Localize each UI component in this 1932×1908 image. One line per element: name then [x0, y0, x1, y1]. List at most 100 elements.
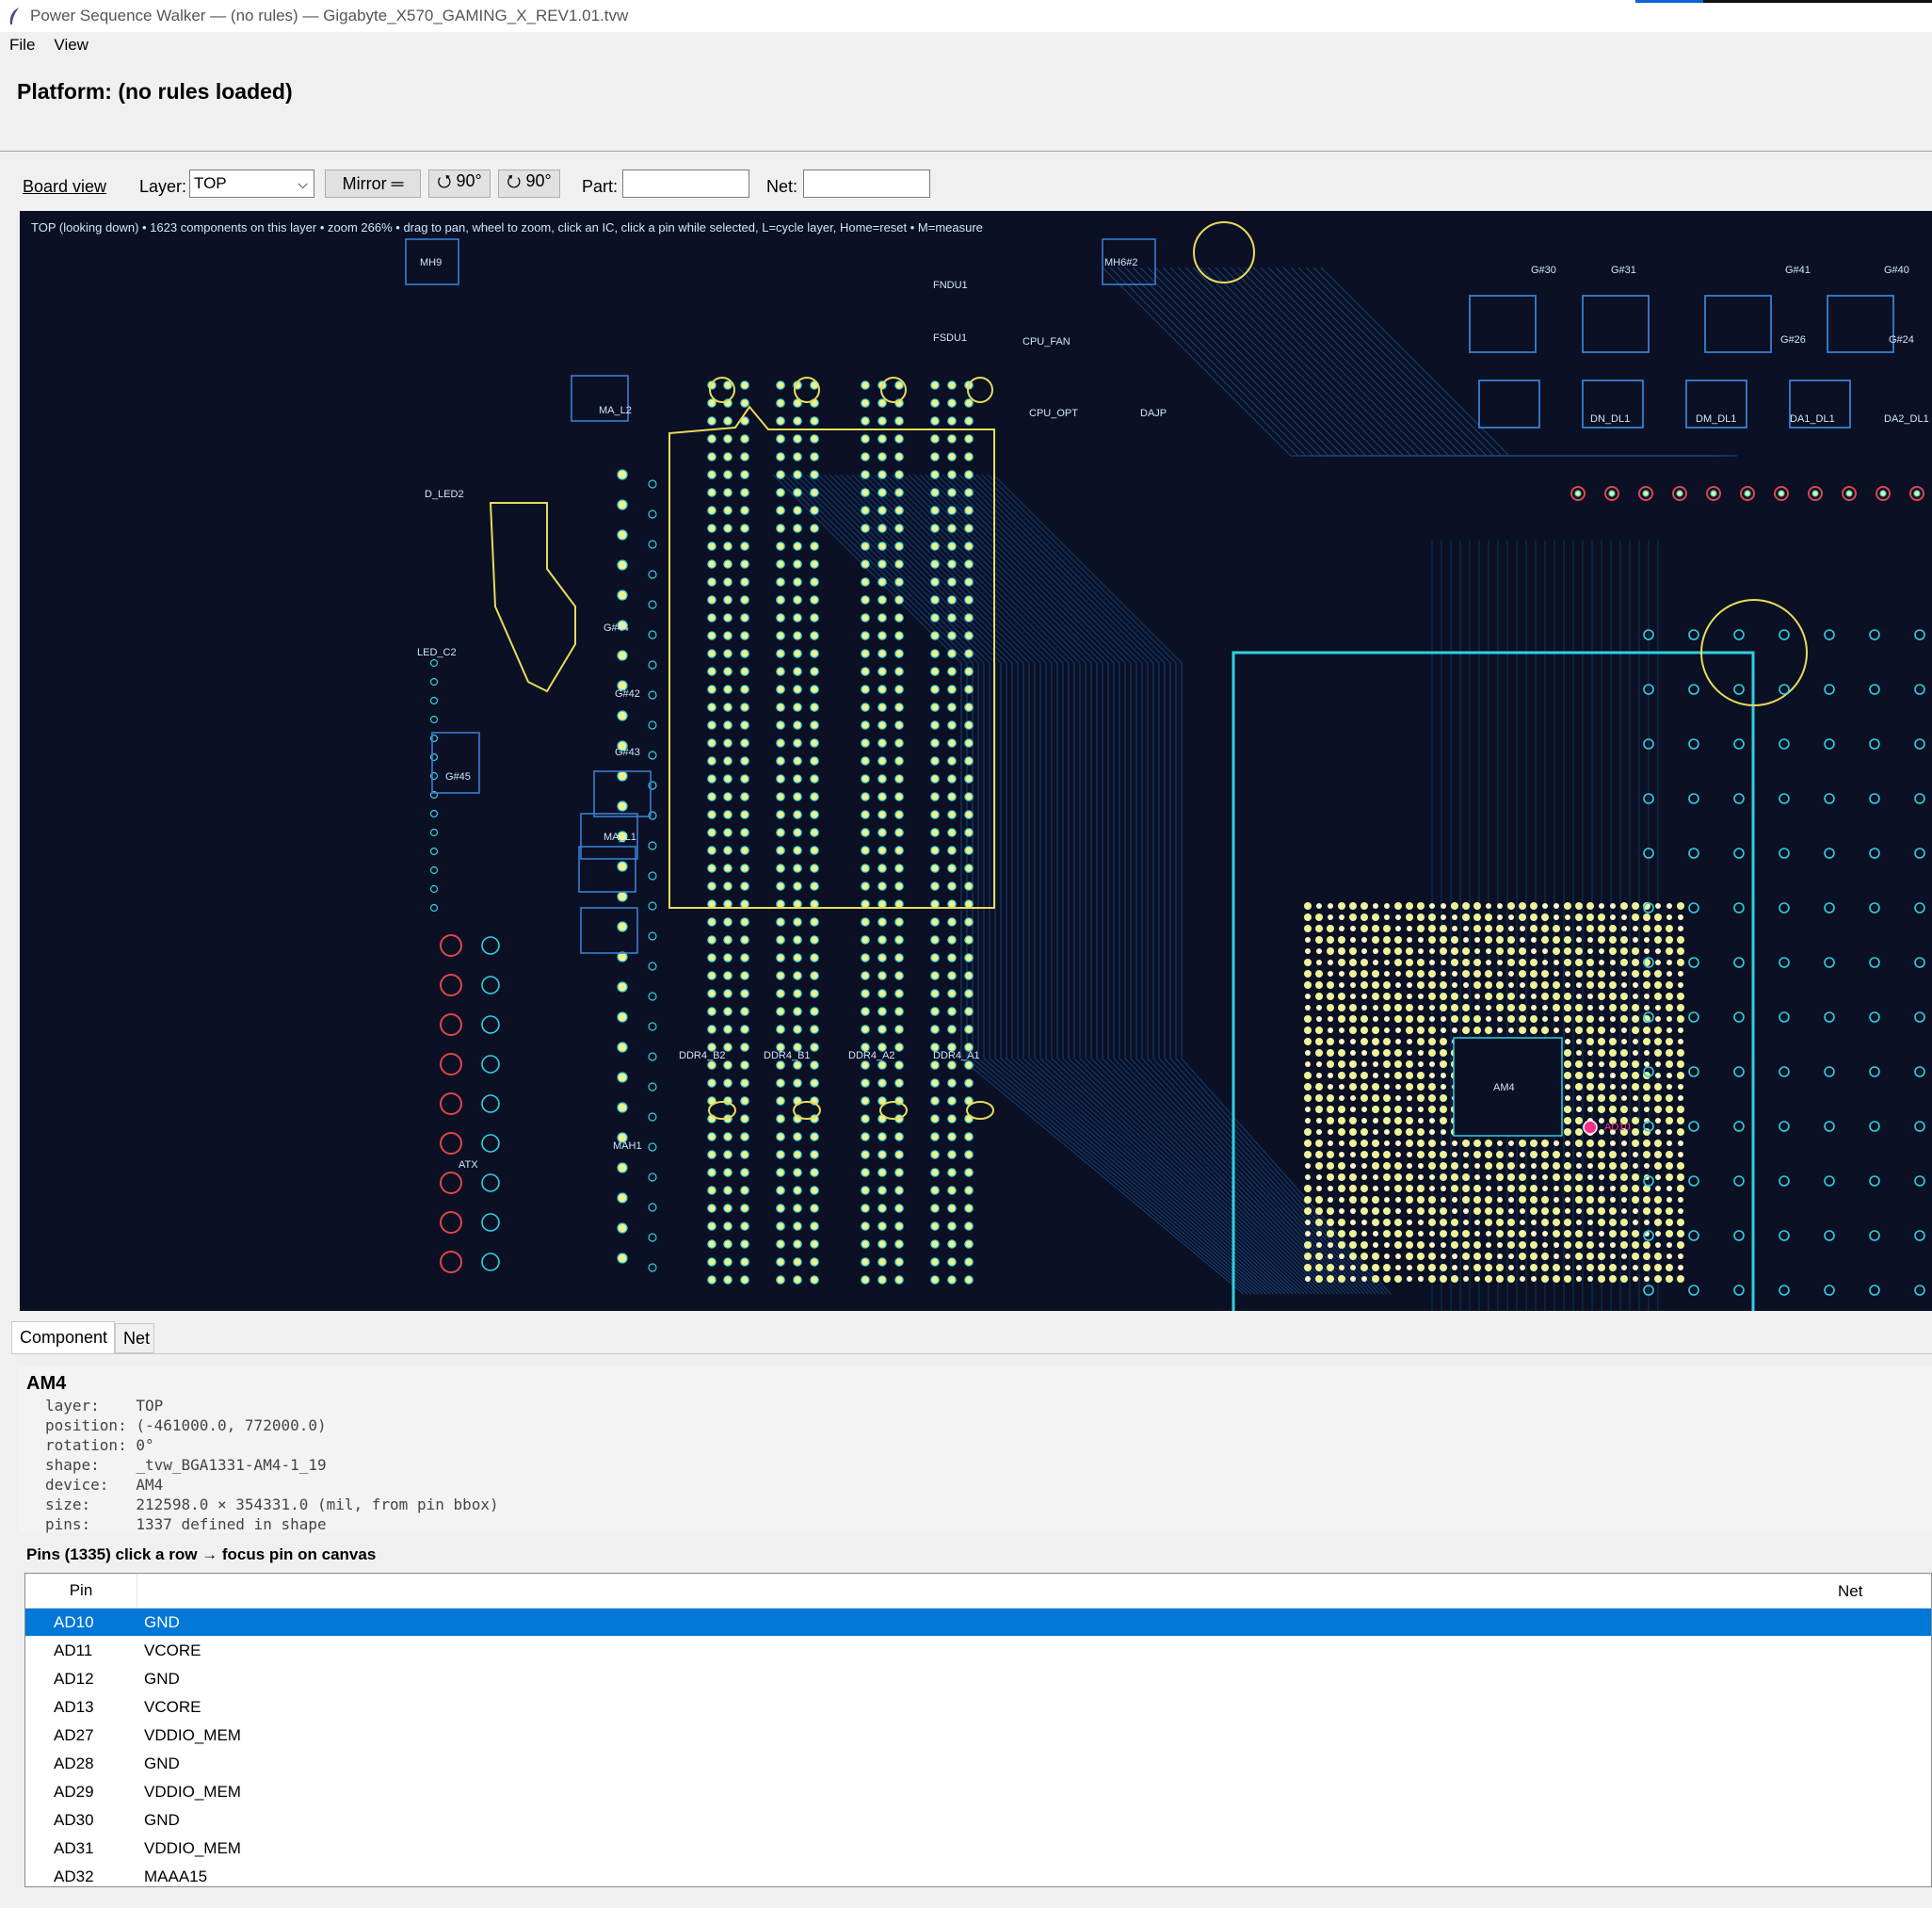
bga-ball: [1316, 1061, 1322, 1067]
pad: [861, 846, 870, 855]
menu-file[interactable]: File: [9, 36, 35, 55]
bga-ball: [1655, 948, 1661, 954]
pad: [930, 899, 940, 909]
via: [1779, 1230, 1790, 1241]
table-row[interactable]: AD28 GND: [25, 1750, 1931, 1777]
table-row[interactable]: AD30 GND: [25, 1806, 1931, 1834]
bga-ball: [1587, 1107, 1593, 1112]
pad: [740, 1221, 749, 1231]
bga-ball: [1485, 981, 1492, 989]
table-row[interactable]: AD11 VCORE: [25, 1637, 1931, 1664]
bga-ball: [1485, 993, 1492, 1000]
pad: [740, 828, 749, 837]
pad: [877, 1275, 887, 1285]
bga-ball: [1575, 1128, 1583, 1136]
part-input[interactable]: [622, 170, 749, 198]
bga-ball: [1620, 1060, 1628, 1068]
pad: [861, 1132, 870, 1141]
pad: [707, 792, 716, 801]
table-row[interactable]: AD13 VCORE: [25, 1693, 1931, 1721]
bga-ball: [1418, 948, 1424, 954]
board-canvas[interactable]: MH9 MH6#2 FNDU1 FSDU1 CPU_FAN CPU_OPT DAJP MA_L…: [20, 211, 1932, 1311]
layer-label: Layer:: [139, 177, 187, 196]
bga-ball: [1372, 1083, 1379, 1091]
bga-ball: [1632, 1128, 1639, 1136]
bga-ball: [1395, 1140, 1401, 1146]
via: [1779, 684, 1790, 695]
bga-ball: [1316, 960, 1322, 965]
bga-ball: [1473, 970, 1481, 978]
bga-ball: [1486, 1174, 1491, 1180]
pad: [810, 1186, 819, 1195]
bga-ball: [1530, 925, 1538, 932]
bga-ball: [1339, 1265, 1344, 1270]
table-row[interactable]: AD32 MAAA15: [25, 1863, 1931, 1886]
bga-ball: [1508, 914, 1514, 920]
bga-ball: [1655, 1186, 1661, 1191]
bga-ball: [1564, 1230, 1571, 1237]
bga-ball: [1452, 1140, 1457, 1146]
table-row[interactable]: AD29 VDDIO_MEM: [25, 1778, 1931, 1805]
net-input[interactable]: [803, 170, 930, 198]
rotate-ccw-button[interactable]: ⭯ 90°: [428, 170, 491, 198]
pad: [723, 1025, 733, 1034]
column-header-pin[interactable]: Pin: [25, 1574, 137, 1608]
pin-cell: AD10: [54, 1612, 94, 1631]
bga-ball: [1360, 959, 1368, 966]
pad: [776, 917, 785, 927]
layer-select[interactable]: TOP ⌵: [189, 170, 314, 198]
pad: [810, 1239, 819, 1249]
bga-ball: [1654, 1275, 1662, 1283]
bga-ball: [1497, 1016, 1503, 1022]
title-bar: Power Sequence Walker — (no rules) — Gig…: [0, 0, 1932, 32]
bga-ball: [1338, 1219, 1345, 1226]
bga-ball: [1587, 1174, 1593, 1180]
mirror-button[interactable]: Mirror ═: [325, 170, 421, 198]
column-header-net[interactable]: Net: [1838, 1582, 1862, 1601]
bga-ball: [1530, 1207, 1538, 1215]
pad: [861, 971, 870, 980]
pad: [740, 542, 749, 551]
pad: [861, 667, 870, 676]
pad: [707, 1132, 716, 1141]
bga-ball: [1315, 936, 1323, 944]
pad: [810, 542, 819, 551]
bga-ball: [1598, 970, 1605, 978]
pad: [810, 1168, 819, 1177]
bga-ball: [1462, 1196, 1470, 1204]
pad: [861, 398, 870, 408]
bga-ball: [1328, 1129, 1333, 1135]
tab-net[interactable]: Net: [115, 1323, 154, 1353]
bga-ball: [1360, 1196, 1368, 1204]
pad: [947, 738, 957, 748]
bga-ball: [1417, 1151, 1425, 1158]
pad: [740, 703, 749, 712]
pad: [707, 595, 716, 605]
pad: [810, 595, 819, 605]
bga-ball: [1677, 993, 1684, 1000]
rotate-cw-button[interactable]: ⭮ 90°: [498, 170, 560, 198]
via: [1779, 957, 1790, 968]
bga-ball: [1373, 1005, 1378, 1011]
board-view-link[interactable]: Board view: [23, 177, 106, 197]
bga-ball: [1507, 1185, 1515, 1192]
bga-ball: [1463, 1208, 1469, 1214]
pad: [964, 434, 974, 444]
table-row[interactable]: AD10 GND: [25, 1609, 1931, 1636]
pad: [947, 1275, 957, 1285]
pad: [930, 720, 940, 730]
bga-ball: [1440, 1004, 1447, 1011]
slot-key: [708, 1101, 736, 1120]
via: [1733, 1175, 1745, 1187]
bga-ball: [1620, 1049, 1628, 1057]
bga-ball: [1418, 1107, 1424, 1112]
table-row[interactable]: AD27 VDDIO_MEM: [25, 1722, 1931, 1749]
bga-ball: [1473, 1253, 1481, 1260]
menu-view[interactable]: View: [54, 36, 89, 55]
pins-table[interactable]: Pin Net AD10 GND AD11 VCORE AD12 GND AD13 VC…: [24, 1573, 1932, 1887]
bga-ball: [1316, 1073, 1322, 1078]
tab-component[interactable]: Component: [11, 1321, 115, 1353]
bga-ball: [1372, 1106, 1379, 1113]
table-row[interactable]: AD12 GND: [25, 1665, 1931, 1692]
table-row[interactable]: AD31 VDDIO_MEM: [25, 1835, 1931, 1862]
